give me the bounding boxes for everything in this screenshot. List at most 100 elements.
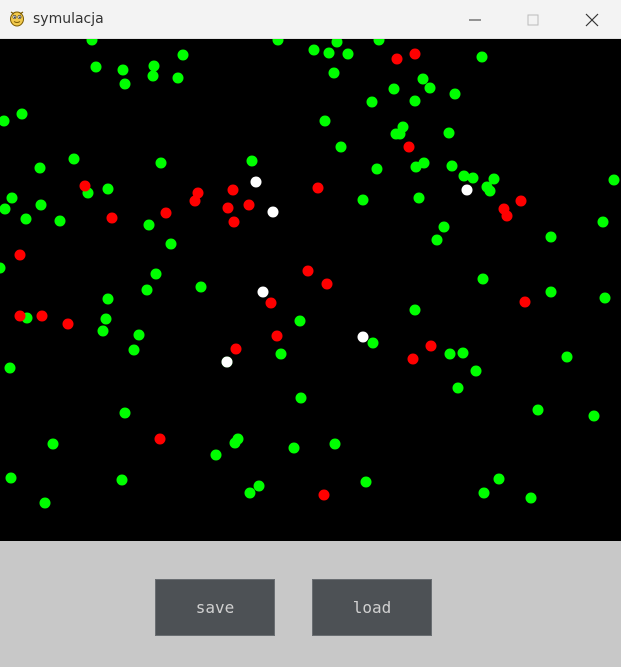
healthy-particle [39, 497, 51, 509]
healthy-particle [409, 95, 421, 107]
recovered-particle [357, 331, 369, 343]
healthy-particle [449, 88, 461, 100]
infected-particle [501, 210, 513, 222]
infected-particle [318, 489, 330, 501]
healthy-particle [150, 268, 162, 280]
healthy-particle [470, 365, 482, 377]
recovered-particle [267, 206, 279, 218]
healthy-particle [545, 231, 557, 243]
healthy-particle [100, 313, 112, 325]
window-title: symulacja [33, 11, 104, 27]
healthy-particle [532, 404, 544, 416]
healthy-particle [119, 407, 131, 419]
healthy-particle [599, 292, 611, 304]
healthy-particle [476, 51, 488, 63]
infected-particle [230, 343, 242, 355]
infected-particle [14, 249, 26, 261]
healthy-particle [47, 438, 59, 450]
healthy-particle [597, 216, 609, 228]
infected-particle [160, 207, 172, 219]
healthy-particle [117, 64, 129, 76]
title-bar[interactable]: symulacja [0, 0, 621, 39]
simulation-canvas[interactable] [0, 39, 621, 541]
healthy-particle [295, 392, 307, 404]
healthy-particle [54, 215, 66, 227]
minimize-button[interactable] [446, 0, 504, 39]
minimize-icon [469, 19, 481, 21]
healthy-particle [443, 127, 455, 139]
infected-particle [407, 353, 419, 365]
healthy-particle [97, 325, 109, 337]
infected-particle [228, 216, 240, 228]
healthy-particle [608, 174, 620, 186]
infected-particle [243, 199, 255, 211]
healthy-particle [35, 199, 47, 211]
healthy-particle [588, 410, 600, 422]
healthy-particle [319, 115, 331, 127]
infected-particle [265, 297, 277, 309]
healthy-particle [147, 70, 159, 82]
healthy-particle [6, 192, 18, 204]
healthy-particle [0, 203, 11, 215]
infected-particle [154, 433, 166, 445]
control-panel: save load [0, 541, 621, 667]
save-button[interactable]: save [155, 579, 275, 636]
healthy-particle [438, 221, 450, 233]
healthy-particle [68, 153, 80, 165]
healthy-particle [484, 185, 496, 197]
healthy-particle [165, 238, 177, 250]
infected-particle [515, 195, 527, 207]
healthy-particle [308, 44, 320, 56]
load-button[interactable]: load [312, 579, 432, 636]
infected-particle [391, 53, 403, 65]
healthy-particle [246, 155, 258, 167]
healthy-particle [195, 281, 207, 293]
healthy-particle [20, 213, 32, 225]
healthy-particle [172, 72, 184, 84]
healthy-particle [417, 73, 429, 85]
healthy-particle [424, 82, 436, 94]
healthy-particle [409, 304, 421, 316]
healthy-particle [418, 157, 430, 169]
recovered-particle [461, 184, 473, 196]
healthy-particle [253, 480, 265, 492]
healthy-particle [4, 362, 16, 374]
healthy-particle [128, 344, 140, 356]
recovered-particle [250, 176, 262, 188]
recovered-particle [221, 356, 233, 368]
healthy-particle [525, 492, 537, 504]
infected-particle [425, 340, 437, 352]
healthy-particle [388, 83, 400, 95]
simulation-svg [0, 39, 620, 509]
healthy-particle [413, 192, 425, 204]
infected-particle [79, 180, 91, 192]
healthy-particle [561, 351, 573, 363]
healthy-particle [331, 39, 343, 48]
healthy-particle [467, 172, 479, 184]
healthy-particle [210, 449, 222, 461]
healthy-particle [90, 61, 102, 73]
healthy-particle [275, 348, 287, 360]
infected-particle [14, 310, 26, 322]
close-icon [585, 13, 599, 27]
infected-particle [519, 296, 531, 308]
infected-particle [36, 310, 48, 322]
healthy-particle [373, 39, 385, 46]
healthy-particle [328, 67, 340, 79]
recovered-particle [257, 286, 269, 298]
maximize-button[interactable] [504, 0, 562, 39]
healthy-particle [329, 438, 341, 450]
healthy-particle [86, 39, 98, 46]
healthy-particle [288, 442, 300, 454]
healthy-particle [5, 472, 17, 484]
healthy-particle [367, 337, 379, 349]
healthy-particle [545, 286, 557, 298]
healthy-particle [177, 49, 189, 61]
infected-particle [321, 278, 333, 290]
healthy-particle [148, 60, 160, 72]
healthy-particle [0, 262, 6, 274]
close-button[interactable] [563, 0, 621, 39]
healthy-particle [34, 162, 46, 174]
infected-particle [271, 330, 283, 342]
healthy-particle [335, 141, 347, 153]
